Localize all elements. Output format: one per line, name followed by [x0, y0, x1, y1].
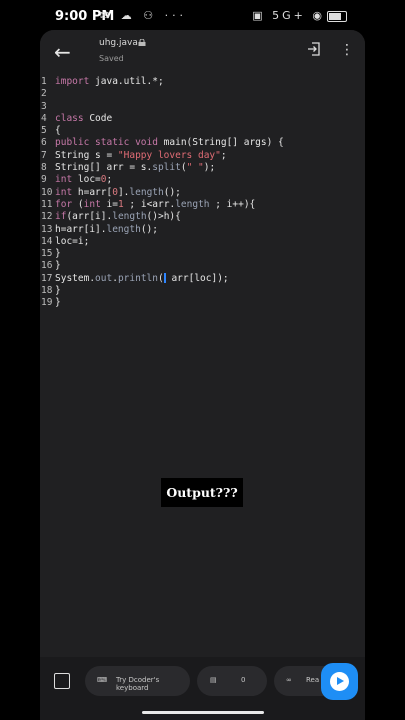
home-indicator — [142, 711, 264, 714]
code-line: 14 loc=i; — [41, 235, 90, 247]
lock-icon — [138, 39, 146, 46]
editor-toolbar: ← uhg.java Saved ⋮ — [40, 30, 365, 76]
read-label: Rea — [306, 676, 320, 684]
more-options-icon[interactable]: ⋮ — [340, 42, 354, 58]
code-line: 3 — [41, 100, 47, 112]
comment-icon: ▤ — [210, 676, 217, 684]
code-line: 18} — [41, 285, 61, 297]
code-line: 1 import java.util.*; — [41, 76, 164, 87]
file-list-icon[interactable] — [54, 673, 70, 689]
code-editor[interactable]: 1 import java.util.*; 2 3 4 class Code 5{ … — [40, 76, 365, 310]
code-line: 12 if(arr[i].length()>h){ — [41, 211, 181, 223]
code-line: 19} — [41, 297, 61, 309]
text-cursor — [163, 273, 166, 284]
editor-panel: ← uhg.java Saved ⋮ 1 import java.util.*; … — [40, 30, 365, 720]
battery-icon — [327, 11, 347, 22]
signal-icons: ▣ 5G+ ◉ — [252, 9, 325, 22]
notification-icons: ✉ ☁ ⚇ ··· — [100, 9, 188, 22]
keyboard-button[interactable]: ⌨ Try Dcoder's keyboard — [85, 666, 190, 696]
code-line: 6 public static void main(String[] args) … — [41, 137, 284, 149]
code-line: 5{ — [41, 125, 61, 137]
code-line: 16} — [41, 260, 61, 272]
exit-icon[interactable] — [308, 42, 320, 56]
status-bar: 9:00 PM ✉ ☁ ⚇ ··· ▣ 5G+ ◉ — [0, 0, 405, 32]
glasses-icon: ∞ — [286, 676, 292, 684]
code-line: 10 int h=arr[0].length(); — [41, 186, 181, 198]
code-line: 15} — [41, 248, 61, 260]
file-name: uhg.java — [99, 38, 138, 48]
code-line: 7 String s = "Happy lovers day"; — [41, 149, 227, 161]
run-button[interactable] — [321, 663, 358, 700]
save-status: Saved — [99, 54, 124, 63]
keyboard-icon: ⌨ — [97, 676, 108, 684]
code-line: 2 — [41, 88, 47, 100]
code-line: 8 String[] arr = s.split(" "); — [41, 162, 216, 174]
comments-count: 0 — [241, 676, 246, 684]
keyboard-label: Try Dcoder's keyboard — [116, 676, 160, 692]
back-arrow-icon[interactable]: ← — [54, 40, 71, 64]
network-label: 5G+ — [272, 9, 306, 22]
code-line: 11 for (int i=1 ; i<arr.length ; i++){ — [41, 198, 256, 210]
comments-button[interactable]: ▤ 0 — [197, 666, 267, 696]
code-line: 13 h=arr[i].length(); — [41, 223, 158, 235]
code-line: 17 System.out.println( arr[loc]); — [41, 272, 229, 284]
code-line: 4 class Code — [41, 112, 113, 124]
output-caption: Output??? — [161, 478, 243, 507]
code-line: 9 int loc=0; — [41, 174, 113, 186]
